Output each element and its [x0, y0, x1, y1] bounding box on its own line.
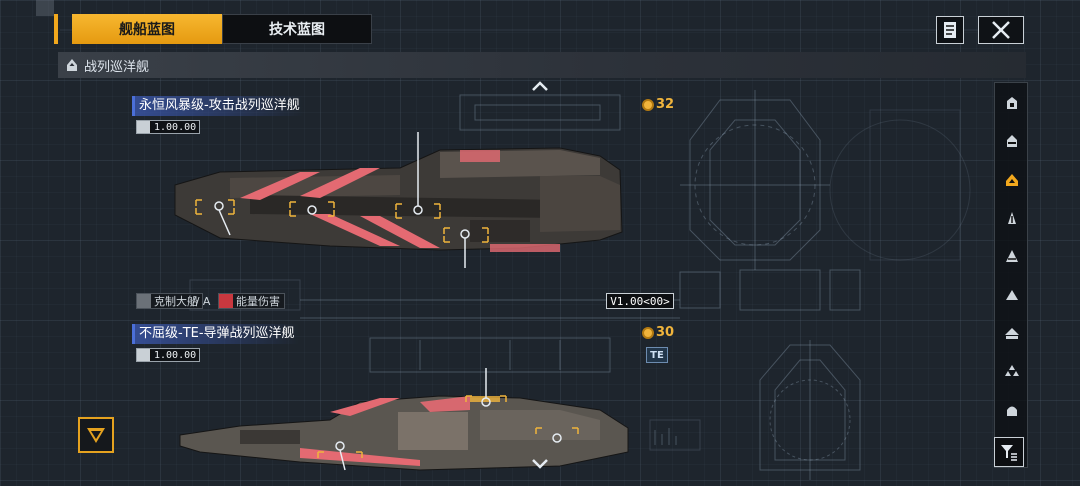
- counter-icon: [137, 294, 151, 308]
- ship-1-cost-value: 32: [656, 97, 675, 112]
- version-icon: [137, 349, 151, 361]
- fleet-emblem-button[interactable]: [78, 417, 114, 453]
- blueprint-tabs: 舰船蓝图 技术蓝图: [54, 14, 372, 44]
- command-point-icon: [642, 326, 654, 339]
- category-bar: 战列巡洋舰: [58, 52, 1026, 78]
- auxiliary-icon[interactable]: [998, 242, 1026, 270]
- cruiser-icon[interactable]: [998, 204, 1026, 232]
- ship-2-name[interactable]: 不屈级-TE-导弹战列巡洋舰: [132, 324, 299, 344]
- ship-1-name[interactable]: 永恒风暴级-攻击战列巡洋舰: [132, 96, 304, 116]
- document-icon: [944, 22, 956, 38]
- corner-marker: [36, 0, 54, 16]
- ship-2-cost: 30: [642, 325, 674, 340]
- document-button[interactable]: [936, 16, 964, 44]
- emblem-icon: [87, 428, 105, 443]
- fleet-icon[interactable]: [998, 357, 1026, 385]
- ship-2-version-text: 1.00.00: [154, 349, 197, 361]
- ship-2-version: 1.00.00: [136, 348, 201, 362]
- carrier-icon[interactable]: [998, 281, 1026, 309]
- battlecruiser-icon: [67, 59, 77, 71]
- trait-grade: // A: [192, 294, 211, 308]
- ship-1-code: V1.00<00>: [606, 293, 674, 309]
- trait-label: 能量伤害: [236, 295, 280, 308]
- energy-damage-icon: [219, 294, 233, 308]
- category-label: 战列巡洋舰: [84, 59, 150, 75]
- tab-tech-blueprints[interactable]: 技术蓝图: [222, 14, 372, 44]
- ship-1-cost: 32: [642, 97, 674, 112]
- scroll-down-icon[interactable]: [531, 458, 549, 470]
- ship-2-tag: TE: [646, 347, 668, 363]
- station-icon[interactable]: [998, 396, 1026, 424]
- close-button[interactable]: [978, 16, 1024, 44]
- frigate-icon[interactable]: [998, 89, 1026, 117]
- battlecruiser-icon[interactable]: [998, 166, 1026, 194]
- ship-2-cost-value: 30: [656, 325, 675, 340]
- filter-button[interactable]: [994, 437, 1024, 467]
- battleship-icon[interactable]: [998, 319, 1026, 347]
- ship-1-version-text: 1.00.00: [154, 121, 197, 133]
- command-point-icon: [642, 98, 654, 111]
- destroyer-icon[interactable]: [998, 127, 1026, 155]
- ship-1-trait-grade: // A: [192, 293, 214, 309]
- close-icon: [992, 21, 1010, 39]
- ship-1-trait-damage: 能量伤害: [218, 293, 285, 309]
- ship-class-sidebar: [994, 82, 1028, 468]
- filter-icon: [1001, 445, 1017, 461]
- tab-ship-blueprints[interactable]: 舰船蓝图: [72, 14, 222, 44]
- scroll-up-icon[interactable]: [531, 80, 549, 92]
- ship-1-version: 1.00.00: [136, 120, 201, 134]
- version-icon: [137, 121, 151, 133]
